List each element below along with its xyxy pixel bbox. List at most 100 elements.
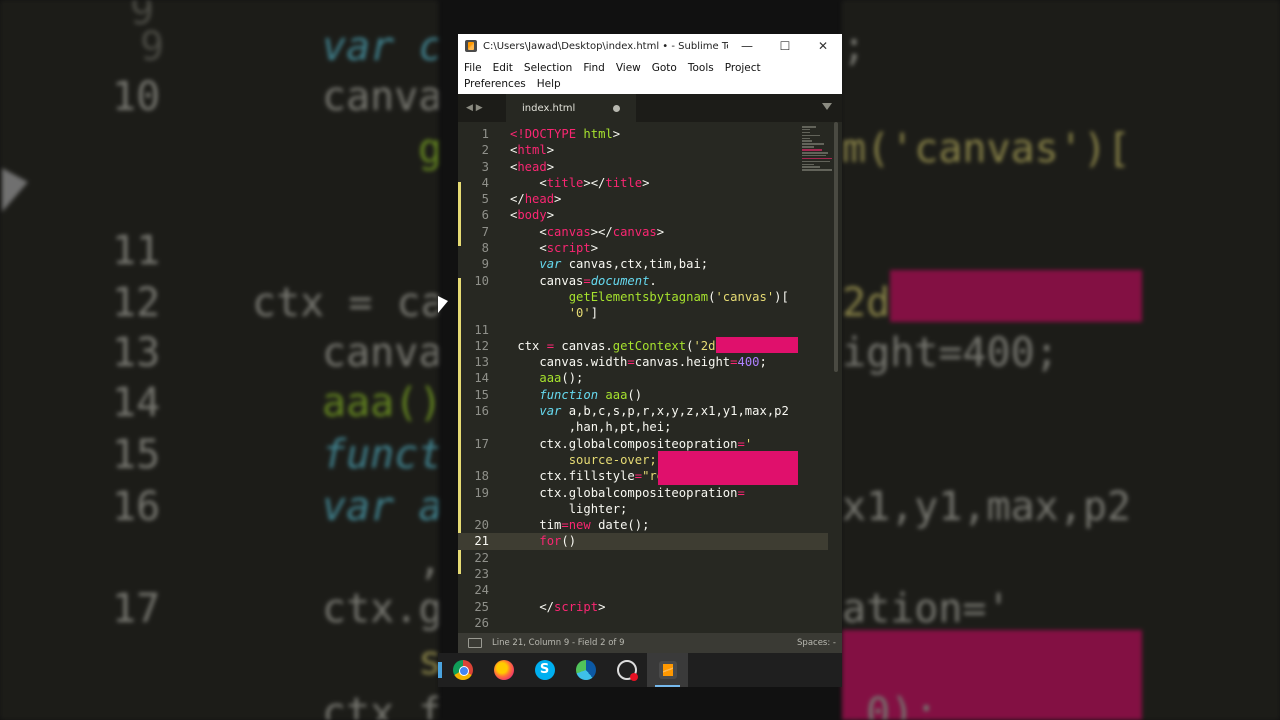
minimap[interactable] xyxy=(802,126,834,186)
code-line[interactable]: 20 tim=new date(); xyxy=(458,517,828,533)
code-line[interactable]: 7 <canvas></canvas> xyxy=(458,224,828,240)
line-number: 3 xyxy=(481,159,489,174)
code-line[interactable]: lighter; xyxy=(458,501,828,517)
line-code: <body> xyxy=(510,208,555,223)
tab-label: index.html xyxy=(522,102,576,114)
code-line[interactable]: 10 canvas=document. xyxy=(458,273,828,289)
code-line[interactable]: 4 <title></title> xyxy=(458,175,828,191)
vertical-scrollbar[interactable] xyxy=(834,122,838,372)
maximize-button[interactable]: ☐ xyxy=(766,39,804,53)
bg-code-line: g xyxy=(418,126,438,172)
menu-tools[interactable]: Tools xyxy=(688,60,714,76)
menu-file[interactable]: File xyxy=(464,60,482,76)
code-line[interactable]: 5 </head> xyxy=(458,191,828,207)
line-code: tim=new date(); xyxy=(510,518,650,533)
code-line[interactable]: 19 ctx.globalcompositeopration= xyxy=(458,485,828,501)
tab-menu-chevron-icon[interactable] xyxy=(822,103,832,110)
line-code: var a,b,c,s,p,r,x,y,z,x1,y1,max,p2 xyxy=(539,404,789,419)
code-line[interactable]: getElementsbytagnam('canvas')[ xyxy=(458,289,828,305)
indentation-selector[interactable]: Spaces: - xyxy=(797,638,836,648)
line-number: 4 xyxy=(481,175,489,190)
bg-code-line: 2d xyxy=(842,280,891,326)
menu-help[interactable]: Help xyxy=(537,76,561,92)
code-line[interactable]: 3 <head> xyxy=(458,159,828,175)
code-line[interactable]: '0'] xyxy=(458,305,828,321)
menu-project[interactable]: Project xyxy=(725,60,761,76)
code-line[interactable]: 14 aaa(); xyxy=(458,370,828,386)
line-code: canvas=document. xyxy=(510,273,657,288)
panel-toggle-icon[interactable] xyxy=(468,638,482,648)
code-line[interactable]: 1 <!DOCTYPE html> xyxy=(458,126,828,142)
line-code: <script> xyxy=(510,241,599,256)
line-code: ctx = canvas.getContext('2d xyxy=(510,338,716,353)
bg-code-line: ctx.g xyxy=(322,586,438,632)
menu-preferences[interactable]: Preferences xyxy=(464,76,526,92)
code-line[interactable]: 17 ctx.globalcompositeopration=' xyxy=(458,436,828,452)
line-code: ,han,h,pt,hei; xyxy=(510,420,672,435)
taskbar-firefox[interactable] xyxy=(483,653,524,687)
line-number: 18 xyxy=(474,469,489,484)
line-number: 9 xyxy=(481,257,489,272)
menu-bar: File Edit Selection Find View Goto Tools… xyxy=(458,58,842,94)
code-line[interactable]: 13 canvas.width=canvas.height=400; xyxy=(458,354,828,370)
background-zoom-right: ; m('canvas')[ 2d ight=400; x1,y1,max,p2… xyxy=(842,0,1280,720)
bg-code-line: ; xyxy=(842,24,867,70)
menu-goto[interactable]: Goto xyxy=(652,60,677,76)
menu-view[interactable]: View xyxy=(616,60,641,76)
code-line[interactable]: 6 <body> xyxy=(458,207,828,223)
bg-line-num: 11 xyxy=(112,228,161,274)
line-number: 12 xyxy=(474,338,489,353)
line-code: <!DOCTYPE html> xyxy=(510,127,621,141)
code-line[interactable]: 23 xyxy=(458,566,828,582)
code-line[interactable]: 9 var canvas,ctx,tim,bai; xyxy=(458,256,828,272)
line-code: <canvas></canvas> xyxy=(510,224,665,239)
code-line[interactable]: 2 <html> xyxy=(458,142,828,158)
code-line[interactable]: 8 <script> xyxy=(458,240,828,256)
line-code: ctx.globalcompositeopration= xyxy=(510,485,745,500)
line-number: 26 xyxy=(474,615,489,630)
line-number: 5 xyxy=(481,192,489,207)
taskbar-sublime[interactable] xyxy=(647,653,688,687)
close-button[interactable]: ✕ xyxy=(804,39,842,53)
menu-find[interactable]: Find xyxy=(583,60,605,76)
code-line[interactable]: 22 xyxy=(458,550,828,566)
code-line[interactable]: 11 xyxy=(458,322,828,338)
code-line[interactable]: 21 for() xyxy=(458,533,828,550)
code-line[interactable]: 16 var a,b,c,s,p,r,x,y,z,x1,y1,max,p2 xyxy=(458,403,828,419)
line-number: 8 xyxy=(481,241,489,256)
taskbar-edge[interactable] xyxy=(565,653,606,687)
bg-code-line: 9 xyxy=(140,24,165,70)
bg-line-num: 13 xyxy=(112,330,161,376)
line-number: 21 xyxy=(474,534,489,549)
code-line[interactable]: 24 xyxy=(458,582,828,598)
line-code: source-over; xyxy=(568,452,657,467)
line-code: </head> xyxy=(510,192,562,207)
sublime-app-icon xyxy=(465,40,477,52)
mouse-cursor-icon xyxy=(438,296,448,313)
tab-nav-arrows-icon[interactable]: ◀ ▶ xyxy=(458,103,506,113)
taskbar-chrome[interactable] xyxy=(442,653,483,687)
bg-line-num: 14 xyxy=(112,380,161,426)
tab-index-html[interactable]: index.html xyxy=(506,94,636,122)
code-line[interactable]: ,han,h,pt,hei; xyxy=(458,419,828,435)
line-code: aaa(); xyxy=(539,371,584,386)
taskbar: S xyxy=(438,653,842,687)
unsaved-dot-icon[interactable] xyxy=(613,104,620,112)
chrome-icon xyxy=(452,660,473,680)
menu-edit[interactable]: Edit xyxy=(493,60,513,76)
bg-code-line: canva xyxy=(322,330,438,376)
minimize-button[interactable]: — xyxy=(728,39,766,53)
bg-line-num: 12 xyxy=(112,280,161,326)
menu-selection[interactable]: Selection xyxy=(524,60,572,76)
background-cursor-icon xyxy=(2,168,28,212)
code-line[interactable]: 26 xyxy=(458,615,828,631)
code-lines: 1 <!DOCTYPE html> 2 <html> 3 <head> 4 <title><… xyxy=(458,126,828,633)
line-number: 6 xyxy=(481,208,489,223)
code-line[interactable]: 25 </script> xyxy=(458,599,828,615)
bg-code-line: aaa() xyxy=(322,380,438,426)
taskbar-skype[interactable]: S xyxy=(524,653,565,687)
taskbar-obs[interactable] xyxy=(606,653,647,687)
code-editor[interactable]: 1 <!DOCTYPE html> 2 <html> 3 <head> 4 <title><… xyxy=(458,122,842,633)
code-line[interactable]: 15 function aaa() xyxy=(458,387,828,403)
line-number: 11 xyxy=(474,322,489,337)
